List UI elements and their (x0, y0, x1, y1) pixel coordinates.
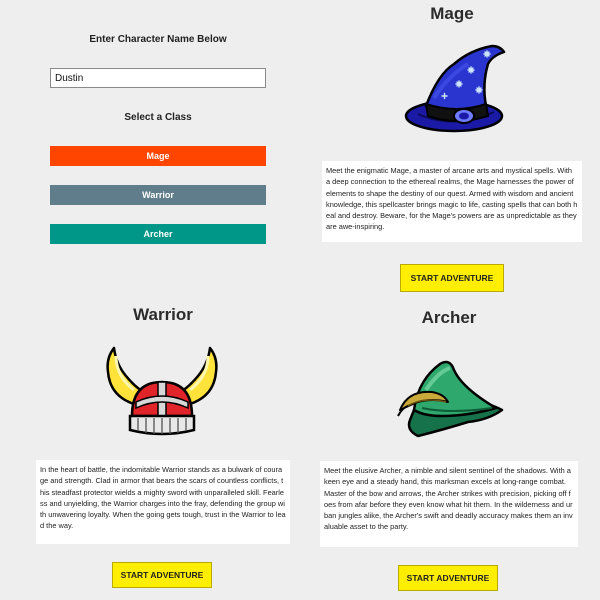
archer-start-adventure-button[interactable]: START ADVENTURE (398, 565, 498, 591)
warrior-title: Warrior (133, 305, 193, 324)
archer-class-button[interactable]: Archer (50, 224, 266, 244)
archer-description: Meet the elusive Archer, a nimble and si… (320, 461, 578, 547)
archer-title: Archer (421, 308, 477, 327)
mage-class-button[interactable]: Mage (50, 146, 266, 166)
archer-feathered-hat-icon (388, 350, 504, 440)
warrior-class-button[interactable]: Warrior (50, 185, 266, 205)
mage-title: Mage (430, 4, 474, 23)
warrior-start-adventure-button[interactable]: START ADVENTURE (112, 562, 212, 588)
mage-description: Meet the enigmatic Mage, a master of arc… (322, 161, 582, 242)
mage-start-adventure-button[interactable]: START ADVENTURE (400, 264, 504, 292)
character-name-input[interactable] (50, 68, 266, 88)
viking-helmet-icon (104, 346, 220, 438)
wizard-hat-icon (396, 40, 508, 138)
class-prompt-label: Select a Class (124, 112, 192, 123)
warrior-description: In the heart of battle, the indomitable … (36, 460, 290, 544)
name-prompt-label: Enter Character Name Below (89, 34, 227, 45)
